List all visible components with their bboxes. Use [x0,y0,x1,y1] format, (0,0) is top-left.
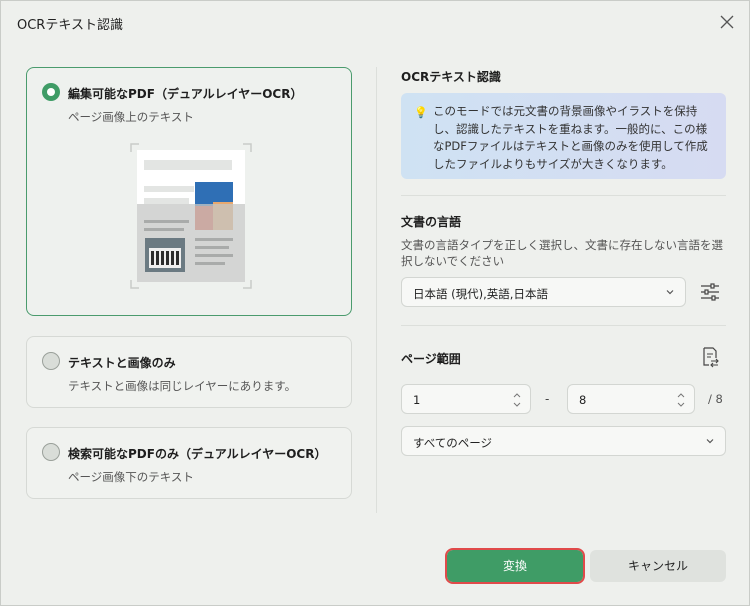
option-title: テキストと画像のみ [68,356,176,370]
page-from-value: 1 [413,393,421,407]
language-select[interactable]: 日本語 (現代),英語,日本語 [401,277,686,307]
page-to-value: 8 [579,393,587,407]
radio-editable-pdf[interactable] [42,83,60,101]
sliders-icon[interactable] [699,282,721,302]
page-scope-select[interactable]: すべてのページ [401,426,726,456]
page-to-input[interactable]: 8 [567,384,695,414]
convert-button[interactable]: 変換 [445,548,585,584]
lightbulb-icon: 💡 [414,106,428,119]
option-searchable-pdf[interactable]: 検索可能なPDFのみ（デュアルレイヤーOCR） ページ画像下のテキスト [26,427,352,499]
dialog-title: OCRテキスト認識 [17,18,123,33]
ocr-section-title: OCRテキスト認識 [401,70,501,84]
section-divider [401,195,726,196]
section-divider [401,325,726,326]
document-illustration-icon [130,143,252,289]
chevron-down-icon [706,439,714,444]
option-title: 検索可能なPDFのみ（デュアルレイヤーOCR） [68,447,327,461]
language-select-value: 日本語 (現代),英語,日本語 [413,287,548,301]
page-range-section-title: ページ範囲 [401,352,461,366]
info-text: このモードでは元文書の背景画像やイラストを保持し、認識したテキストを重ねます。一… [433,104,708,171]
option-subtitle: テキストと画像は同じレイヤーにあります。 [68,379,297,393]
vertical-divider [376,67,377,513]
ocr-dialog: OCRテキスト認識 編集可能なPDF（デュアルレイヤーOCR） ページ画像上のテ… [0,0,750,606]
chevron-down-icon [666,290,674,295]
radio-searchable-pdf[interactable] [42,443,60,461]
spinner-arrows-icon[interactable] [512,389,522,411]
page-range-icon[interactable] [700,346,720,368]
spinner-arrows-icon[interactable] [676,389,686,411]
cancel-button[interactable]: キャンセル [590,550,726,582]
option-text-image-only[interactable]: テキストと画像のみ テキストと画像は同じレイヤーにあります。 [26,336,352,408]
close-button[interactable] [717,12,737,32]
option-editable-pdf[interactable]: 編集可能なPDF（デュアルレイヤーOCR） ページ画像上のテキスト [26,67,352,316]
option-subtitle: ページ画像下のテキスト [68,470,194,484]
range-dash: - [545,392,550,406]
page-from-input[interactable]: 1 [401,384,531,414]
radio-text-image-only[interactable] [42,352,60,370]
close-icon [720,15,734,29]
language-section-title: 文書の言語 [401,215,462,229]
title-bar: OCRテキスト認識 [1,1,749,43]
option-title: 編集可能なPDF（デュアルレイヤーOCR） [68,87,303,101]
page-scope-value: すべてのページ [413,436,493,450]
language-description: 文書の言語タイプを正しく選択し、文書に存在しない言語を選択しないでください [401,238,723,268]
page-total: / 8 [708,392,723,406]
info-box: 💡 このモードでは元文書の背景画像やイラストを保持し、認識したテキストを重ねます… [401,93,726,179]
option-subtitle: ページ画像上のテキスト [68,110,194,124]
